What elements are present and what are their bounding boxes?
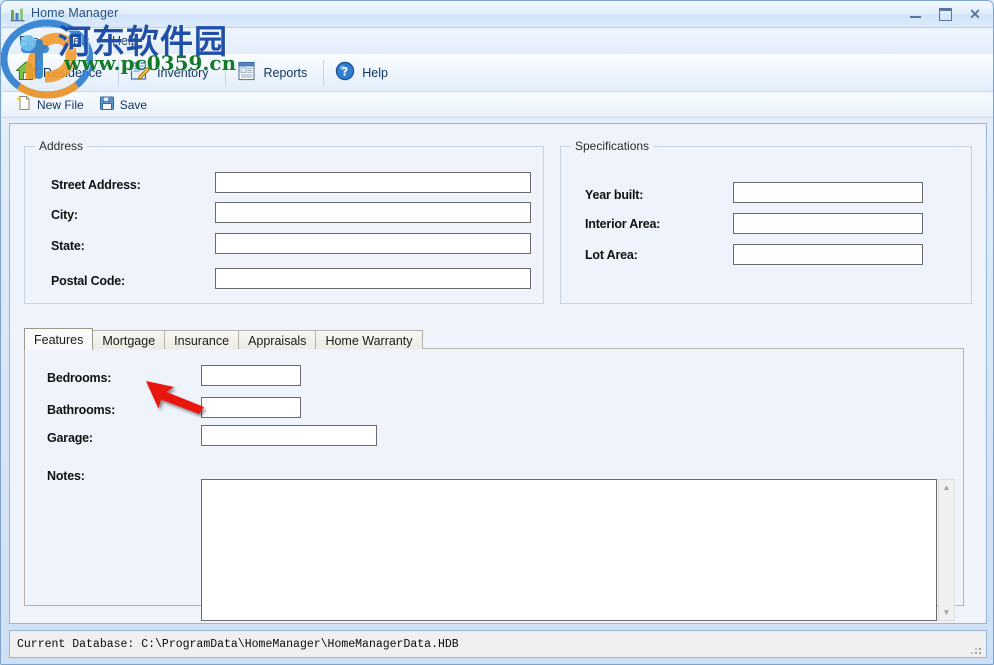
window-controls: ✕ xyxy=(901,4,989,24)
tab-features[interactable]: Features xyxy=(24,328,93,350)
new-file-icon xyxy=(16,95,32,114)
floppy-save-icon xyxy=(99,95,115,114)
label-postal-code: Postal Code: xyxy=(51,274,125,288)
tab-label-mortgage: Mortgage xyxy=(102,334,155,348)
input-garage[interactable] xyxy=(201,425,377,446)
notepad-pencil-icon xyxy=(129,60,151,85)
main-toolbar: Residence Inventory xyxy=(2,54,994,92)
tab-label-home-warranty: Home Warranty xyxy=(325,334,412,348)
input-interior-area[interactable] xyxy=(733,213,923,234)
toolbar-label-reports: Reports xyxy=(264,66,308,80)
menu-help[interactable]: Help xyxy=(103,31,150,52)
status-bar: Current Database: C:\ProgramData\HomeMan… xyxy=(9,630,987,658)
label-lot-area: Lot Area: xyxy=(585,248,638,262)
house-icon xyxy=(15,60,37,85)
label-street-address: Street Address: xyxy=(51,178,141,192)
address-group: Address Street Address: City: State: Pos… xyxy=(24,146,544,304)
tab-page-features: Bedrooms: Bathrooms: Garage: Notes: ▲ ▼ xyxy=(24,348,964,606)
address-group-title: Address xyxy=(35,139,87,153)
label-bedrooms: Bedrooms: xyxy=(47,371,111,385)
tab-control: Features Mortgage Insurance Appraisals H… xyxy=(24,328,964,606)
toolbar-button-save[interactable]: Save xyxy=(95,92,158,117)
maximize-icon xyxy=(939,8,952,21)
menu-view[interactable]: View xyxy=(53,31,101,52)
toolbar-separator xyxy=(225,60,226,86)
window-frame: Home Manager ✕ File View Help xyxy=(0,0,994,665)
tab-insurance[interactable]: Insurance xyxy=(164,330,239,349)
label-garage: Garage: xyxy=(47,431,93,445)
label-year-built: Year built: xyxy=(585,188,643,202)
scroll-up-icon[interactable]: ▲ xyxy=(939,480,954,495)
tab-label-insurance: Insurance xyxy=(174,334,229,348)
input-state[interactable] xyxy=(215,233,531,254)
maximize-button[interactable] xyxy=(931,4,959,24)
tab-label-features: Features xyxy=(34,333,83,347)
toolbar-label-new-file: New File xyxy=(37,98,84,112)
label-city: City: xyxy=(51,208,78,222)
resize-grip-icon[interactable] xyxy=(971,643,983,655)
toolbar-separator xyxy=(323,60,324,86)
toolbar-button-inventory[interactable]: Inventory xyxy=(124,57,219,89)
toolbar-label-help: Help xyxy=(362,66,388,80)
chart-bars-icon xyxy=(10,7,26,23)
menu-bar: File View Help xyxy=(2,28,994,54)
svg-text:?: ? xyxy=(342,65,349,79)
notes-scrollbar[interactable]: ▲ ▼ xyxy=(938,479,955,621)
toolbar-label-residence: Residence xyxy=(43,66,102,80)
specifications-group-title: Specifications xyxy=(571,139,653,153)
input-year-built[interactable] xyxy=(733,182,923,203)
label-state: State: xyxy=(51,239,85,253)
tab-home-warranty[interactable]: Home Warranty xyxy=(315,330,422,349)
status-database-path: Current Database: C:\ProgramData\HomeMan… xyxy=(17,638,459,651)
input-notes[interactable] xyxy=(201,479,937,621)
toolbar-button-reports[interactable]: Reports xyxy=(231,57,319,89)
minimize-button[interactable] xyxy=(901,4,929,24)
label-notes: Notes: xyxy=(47,469,85,483)
specifications-group: Specifications Year built: Interior Area… xyxy=(560,146,972,304)
close-button[interactable]: ✕ xyxy=(961,4,989,24)
scroll-down-icon[interactable]: ▼ xyxy=(939,605,954,620)
input-city[interactable] xyxy=(215,202,531,223)
tab-mortgage[interactable]: Mortgage xyxy=(92,330,165,349)
tab-strip: Features Mortgage Insurance Appraisals H… xyxy=(24,328,422,349)
input-postal-code[interactable] xyxy=(215,268,531,289)
input-bedrooms[interactable] xyxy=(201,365,301,386)
toolbar-separator xyxy=(118,60,119,86)
toolbar-button-residence[interactable]: Residence xyxy=(10,57,113,89)
input-bathrooms[interactable] xyxy=(201,397,301,418)
menu-file[interactable]: File xyxy=(10,31,51,52)
toolbar-label-save: Save xyxy=(120,98,147,112)
client-area: Address Street Address: City: State: Pos… xyxy=(9,123,987,624)
label-bathrooms: Bathrooms: xyxy=(47,403,115,417)
notes-field-wrapper: ▲ ▼ xyxy=(201,479,955,621)
application-window: Home Manager ✕ File View Help xyxy=(0,0,994,665)
window-title: Home Manager xyxy=(31,6,118,20)
title-bar[interactable]: Home Manager ✕ xyxy=(1,1,994,28)
close-icon: ✕ xyxy=(969,7,981,21)
sub-toolbar: New File Save xyxy=(2,92,994,118)
toolbar-label-inventory: Inventory xyxy=(157,66,208,80)
toolbar-button-new-file[interactable]: New File xyxy=(12,92,95,117)
report-document-icon xyxy=(236,60,258,85)
input-street-address[interactable] xyxy=(215,172,531,193)
minimize-icon xyxy=(910,16,921,18)
question-circle-icon: ? xyxy=(334,60,356,85)
tab-appraisals[interactable]: Appraisals xyxy=(238,330,316,349)
tab-label-appraisals: Appraisals xyxy=(248,334,306,348)
label-interior-area: Interior Area: xyxy=(585,217,660,231)
input-lot-area[interactable] xyxy=(733,244,923,265)
toolbar-button-help[interactable]: ? Help xyxy=(329,57,399,89)
